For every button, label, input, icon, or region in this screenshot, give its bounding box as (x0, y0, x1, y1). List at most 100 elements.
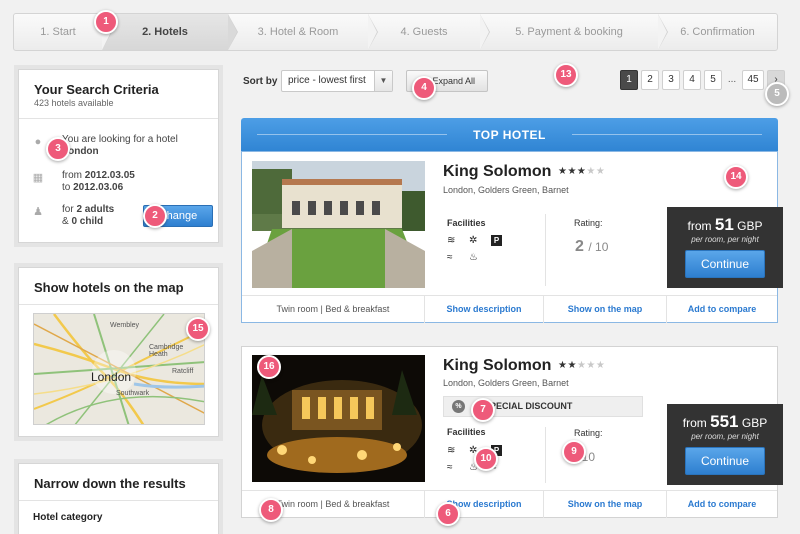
from-date: 2012.03.05 (84, 170, 135, 181)
annotation-marker-10: 10 (474, 447, 498, 471)
add-to-compare-link[interactable]: Add to compare (667, 296, 777, 323)
rating-label: Rating: (574, 218, 603, 228)
show-on-map-link[interactable]: Show on the map (544, 296, 667, 323)
annotation-marker-4: 4 (412, 76, 436, 100)
filter-panel: Narrow down the results Hotel category (18, 463, 219, 534)
search-criteria-header: Your Search Criteria 423 hotels availabl… (19, 70, 218, 119)
annotation-marker-7: 7 (471, 398, 495, 422)
map-label-cambridge-heath: Cambridge Heath (149, 344, 184, 358)
price-note: per room, per night (691, 235, 759, 244)
step-hotels[interactable]: 2. Hotels (102, 14, 238, 50)
step-start-label: 1. Start (40, 26, 76, 38)
hotel-category-label: Hotel category (33, 512, 103, 523)
chevron-down-icon[interactable]: ▼ (374, 71, 392, 91)
step-start[interactable]: 1. Start (14, 14, 112, 50)
annotation-marker-15: 15 (186, 317, 210, 341)
card-divider (545, 214, 546, 286)
continue-button[interactable]: Continue (685, 447, 765, 475)
top-hotel-label: TOP HOTEL (473, 128, 546, 142)
spa-icon: ♨ (469, 252, 478, 263)
card-divider (545, 427, 546, 483)
map-label-london: London (91, 370, 132, 384)
price-prefix: from (682, 416, 707, 430)
search-dates: ▦ from 2012.03.05 to 2012.03.06 (19, 170, 135, 194)
hotel-photo[interactable] (252, 161, 425, 288)
hotel-photo-image (252, 161, 425, 288)
children-count: 0 child (71, 216, 104, 227)
rating-score: 2 (575, 238, 584, 255)
annotation-marker-3: 3 (46, 137, 70, 161)
rating-value: 2 / 10 (575, 238, 608, 256)
step-hotel-room[interactable]: 3. Hotel & Room (228, 14, 378, 50)
step-hotels-label: 2. Hotels (142, 26, 188, 38)
step-guests[interactable]: 4. Guests (368, 14, 490, 50)
adults-count: 2 adults (76, 204, 115, 215)
page-3-button[interactable]: 3 (662, 70, 680, 90)
step-guests-label: 4. Guests (400, 26, 448, 38)
special-discount-label: SPECIAL DISCOUNT (484, 401, 573, 411)
location-pin-icon: ● (34, 136, 42, 148)
sort-label: Sort by (243, 76, 278, 87)
add-to-compare-link[interactable]: Add to compare (667, 491, 777, 518)
to-date: 2012.03.06 (73, 182, 124, 193)
annotation-marker-6: 6 (436, 502, 460, 526)
guests-for-label: for (62, 204, 74, 215)
sort-value: price - lowest first (288, 75, 366, 86)
sort-select[interactable]: price - lowest first ▼ (281, 70, 393, 92)
step-separator-inner (368, 14, 377, 50)
map-panel: Show hotels on the map Wembley Cambridge… (18, 267, 219, 437)
annotation-marker-2: 2 (143, 204, 167, 228)
annotation-marker-1: 1 (94, 10, 118, 34)
filter-panel-header: Narrow down the results (19, 464, 218, 501)
annotation-marker-13: 13 (554, 63, 578, 87)
page-last-button[interactable]: 45 (742, 70, 764, 90)
map-label-ratcliff: Ratcliff (172, 368, 194, 375)
hotel-name[interactable]: King Solomon (443, 163, 551, 181)
page-2-button[interactable]: 2 (641, 70, 659, 90)
star-empty-icon: ★★★ (576, 360, 606, 371)
show-on-map-link[interactable]: Show on the map (544, 491, 667, 518)
map-panel-title[interactable]: Show hotels on the map (34, 280, 203, 295)
search-criteria-title: Your Search Criteria (34, 82, 159, 97)
map-panel-header: Show hotels on the map (19, 268, 218, 305)
step-confirmation[interactable]: 6. Confirmation (658, 14, 777, 50)
to-label: to (62, 182, 71, 193)
facilities-label: Facilities (447, 218, 486, 228)
expand-all-label: Expand All (432, 76, 475, 86)
price-currency: GBP (741, 416, 768, 430)
hotel-star-rating: ★★★★★ (558, 360, 605, 371)
page-1-button[interactable]: 1 (620, 70, 638, 90)
percent-icon: % (452, 400, 465, 413)
room-type: Twin room | Bed & breakfast (242, 296, 425, 323)
rating-max: / 10 (588, 240, 609, 254)
annotation-marker-5: 5 (765, 82, 789, 106)
show-description-link[interactable]: Show description (425, 296, 544, 323)
price-box: from 51 GBP per room, per night Continue (667, 207, 783, 288)
step-hotel-room-label: 3. Hotel & Room (257, 26, 339, 38)
hotels-map[interactable]: Wembley Cambridge Heath Ratcliff Southwa… (33, 313, 205, 425)
looking-for-text: You are looking for a hotel (62, 134, 178, 145)
swimming-icon: ≈ (447, 252, 453, 263)
price-currency: GBP (737, 219, 763, 233)
hotel-address: London, Golders Green, Barnet (443, 185, 569, 195)
step-separator-inner (228, 14, 237, 50)
rating-label: Rating: (574, 428, 603, 438)
step-payment[interactable]: 5. Payment & booking (480, 14, 668, 50)
booking-steps: 1. Start 2. Hotels 3. Hotel & Room 4. Gu… (13, 13, 778, 51)
hotel-card: King Solomon ★★★★★ London, Golders Green… (241, 151, 783, 323)
soccer-ball-icon: ✲ (469, 235, 478, 246)
wifi-icon: ≋ (447, 445, 456, 456)
page-4-button[interactable]: 4 (683, 70, 701, 90)
annotation-marker-16: 16 (257, 355, 281, 379)
continue-button[interactable]: Continue (685, 250, 765, 278)
star-icon: ★★ (558, 360, 577, 371)
map-label-southwark: Southwark (116, 390, 150, 397)
page-5-button[interactable]: 5 (704, 70, 722, 90)
star-empty-icon: ★★ (586, 166, 606, 177)
hotel-name[interactable]: King Solomon (443, 357, 551, 375)
top-hotel-banner: TOP HOTEL (241, 118, 778, 152)
people-icon: ♟ (33, 206, 43, 218)
price-line: from 51 GBP (667, 215, 783, 235)
wifi-icon: ≋ (447, 235, 456, 246)
hotels-available-count: 423 hotels available (34, 98, 114, 108)
